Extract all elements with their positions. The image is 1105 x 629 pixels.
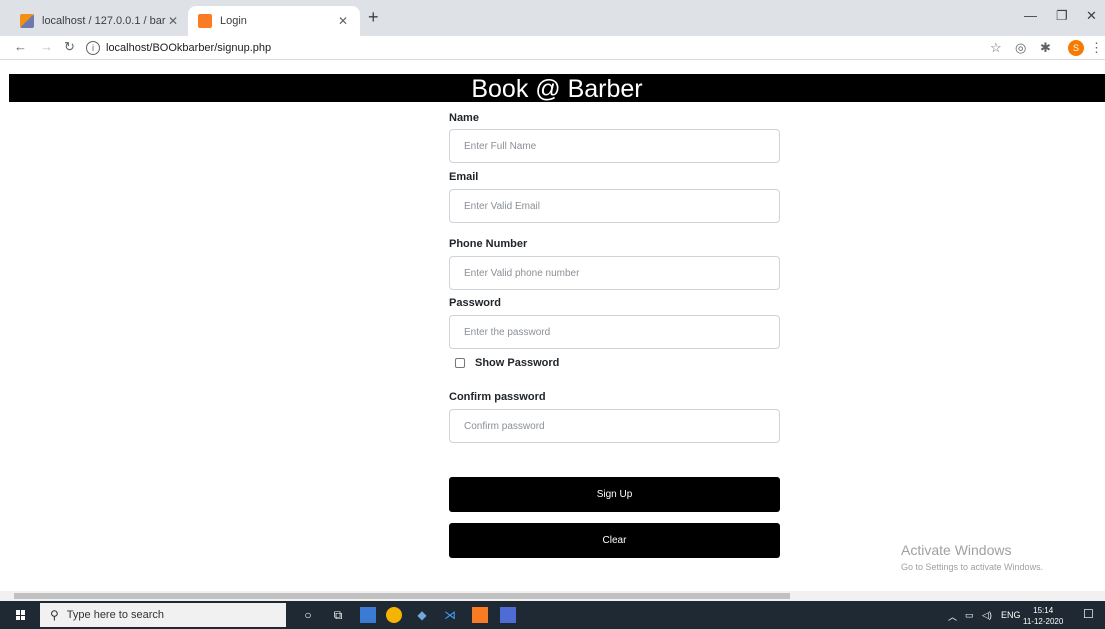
minimize-icon[interactable]: — — [1024, 8, 1037, 23]
close-icon[interactable]: ✕ — [166, 14, 180, 28]
vscode-icon[interactable]: ⋊ — [442, 607, 458, 623]
phone-label: Phone Number — [449, 238, 528, 250]
confirm-password-input[interactable] — [449, 409, 780, 443]
profile-avatar[interactable]: S — [1068, 40, 1084, 56]
name-input[interactable] — [449, 129, 780, 163]
windows-start-icon[interactable] — [16, 610, 26, 620]
password-label: Password — [449, 297, 501, 309]
site-title: Book @ Barber — [471, 75, 643, 103]
tab-phpmyadmin[interactable]: localhost / 127.0.0.1 / barberproj ✕ — [10, 6, 190, 36]
show-password-label: Show Password — [475, 357, 560, 369]
star-icon[interactable]: ☆ — [990, 40, 1002, 56]
watermark-title: Activate Windows — [901, 542, 1012, 558]
xampp-icon — [198, 14, 212, 28]
search-icon: ⚲ — [50, 608, 59, 622]
info-icon[interactable]: i — [86, 41, 100, 55]
name-label: Name — [449, 112, 479, 124]
document-icon[interactable] — [500, 607, 516, 623]
new-tab-icon[interactable]: + — [368, 7, 379, 28]
horizontal-scrollbar[interactable] — [0, 591, 1105, 601]
taskbar-search[interactable]: ⚲ Type here to search — [40, 603, 286, 627]
email-label: Email — [449, 171, 479, 183]
app-icon[interactable]: ◆ — [414, 607, 430, 623]
battery-icon[interactable]: ▭ — [965, 610, 974, 621]
signup-button[interactable]: Sign Up — [449, 477, 780, 512]
volume-icon[interactable]: ◁) — [982, 610, 992, 621]
taskbar: ⚲ Type here to search ○ ⧉ ◆ ⋊ ︿ ▭ ◁) ENG… — [0, 601, 1105, 629]
browser-toolbar: ← → ↻ i localhost/BOOkbarber/signup.php … — [0, 36, 1105, 60]
forward-icon[interactable]: → — [40, 39, 53, 54]
puzzle-icon[interactable]: ✱ — [1040, 40, 1051, 56]
clock-time: 15:14 — [1033, 606, 1054, 615]
show-password-toggle[interactable]: Show Password — [455, 357, 559, 369]
phone-input[interactable] — [449, 256, 780, 290]
phpmyadmin-icon — [20, 14, 34, 28]
clock[interactable]: 15:14 11-12-2020 — [1023, 605, 1063, 627]
address-bar[interactable]: i localhost/BOOkbarber/signup.php — [86, 38, 966, 58]
notification-icon[interactable]: ☐ — [1083, 607, 1094, 621]
activate-windows-watermark: Activate Windows Go to Settings to activ… — [901, 542, 1043, 572]
scrollbar-thumb[interactable] — [14, 593, 790, 599]
watermark-subtitle: Go to Settings to activate Windows. — [901, 562, 1044, 572]
task-view-icon[interactable]: ⧉ — [330, 607, 346, 623]
reload-icon[interactable]: ↻ — [64, 39, 75, 55]
chrome-icon[interactable] — [386, 607, 402, 623]
window-close-icon[interactable]: ✕ — [1086, 8, 1097, 24]
file-explorer-icon[interactable] — [360, 607, 376, 623]
back-icon[interactable]: ← — [14, 39, 27, 54]
clear-button[interactable]: Clear — [449, 523, 780, 558]
close-icon[interactable]: ✕ — [336, 14, 350, 28]
show-password-checkbox[interactable] — [455, 358, 465, 368]
site-header: Book @ Barber — [9, 74, 1105, 103]
email-input[interactable] — [449, 189, 780, 223]
search-placeholder: Type here to search — [66, 609, 165, 621]
tab-login[interactable]: Login ✕ — [188, 6, 360, 36]
url-text: localhost/BOOkbarber/signup.php — [106, 42, 272, 54]
extension-icon[interactable]: ◎ — [1015, 40, 1026, 56]
tab-title: Login — [220, 15, 247, 27]
xampp-taskbar-icon[interactable] — [472, 607, 488, 623]
chevron-up-icon[interactable]: ︿ — [948, 610, 957, 623]
browser-tab-bar: localhost / 127.0.0.1 / barberproj ✕ Log… — [0, 0, 1105, 36]
tab-title: localhost / 127.0.0.1 / barberproj — [42, 15, 166, 27]
language-indicator[interactable]: ENG — [1001, 610, 1021, 620]
cortana-icon[interactable]: ○ — [300, 607, 316, 623]
menu-icon[interactable]: ⋮ — [1090, 40, 1103, 56]
password-input[interactable] — [449, 315, 780, 349]
clock-date: 11-12-2020 — [1023, 617, 1064, 626]
restore-icon[interactable]: ❐ — [1056, 8, 1068, 24]
confirm-password-label: Confirm password — [449, 391, 546, 403]
